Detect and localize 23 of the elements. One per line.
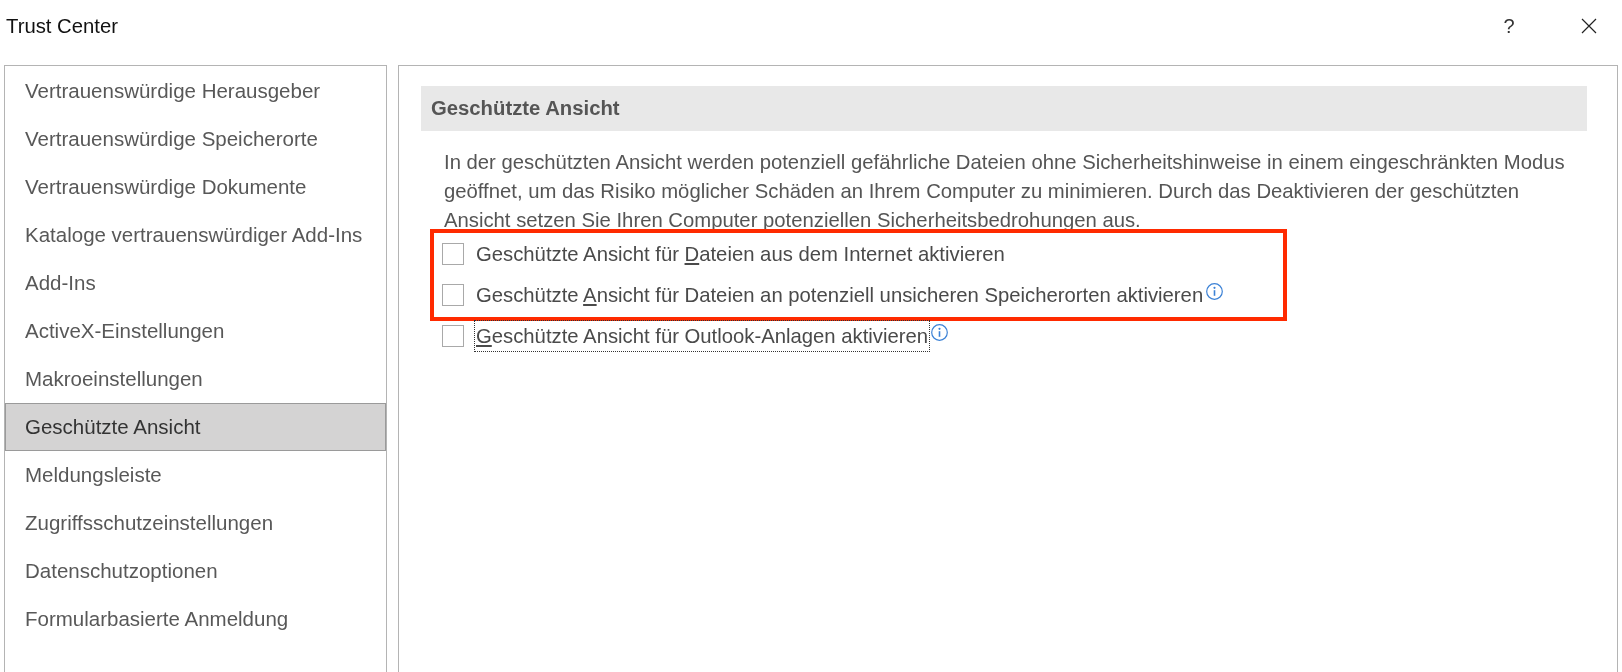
sidebar-item[interactable]: Vertrauenswürdige Herausgeber [5,67,386,115]
sidebar-item[interactable]: Vertrauenswürdige Dokumente [5,163,386,211]
sidebar-item[interactable]: Makroeinstellungen [5,355,386,403]
sidebar-item[interactable]: Kataloge vertrauenswürdiger Add-Ins [5,211,386,259]
section-heading: Geschützte Ansicht [421,86,1587,131]
sidebar-item[interactable]: Zugriffsschutzeinstellungen [5,499,386,547]
sidebar-item[interactable]: Datenschutzoptionen [5,547,386,595]
checkbox[interactable] [442,283,464,306]
checkbox-label[interactable]: Geschützte Ansicht für Dateien aus dem Internet aktivieren [474,237,1007,270]
checkbox-label[interactable]: Geschützte Ansicht für Dateien an potenziell unsicheren Speicherorten aktivieren [474,278,1206,311]
sidebar-item[interactable]: Add-Ins [5,259,386,307]
sidebar-item[interactable]: ActiveX-Einstellungen [5,307,386,355]
checkbox-label[interactable]: Geschützte Ansicht für Outlook-Anlagen aktivieren [474,319,931,352]
sidebar-item[interactable]: Meldungsleiste [5,451,386,499]
help-button[interactable]: ? [1486,6,1532,46]
sidebar-item[interactable]: Formularbasierte Anmeldung [5,595,386,643]
description-text: In der geschützten Ansicht werden potenziell gefährliche Dateien ohne Sicherheitshinweise in einem eingeschränkten Modus geöffnet, um das Risiko möglicher Schäden an Ihrem Computer zu minimieren. Durch das Deaktivieren der geschützten Ansicht setzen Sie Ihren Computer potenziellen Sicherheitsbedrohungen aus. [443,150,1566,233]
close-icon [1581,18,1597,34]
window-title: Trust Center [6,14,118,38]
sidebar-item[interactable]: Geschützte Ansicht [5,403,386,451]
checkbox[interactable] [442,242,464,265]
checkbox[interactable] [442,324,464,347]
sidebar-item[interactable]: Vertrauenswürdige Speicherorte [5,115,386,163]
